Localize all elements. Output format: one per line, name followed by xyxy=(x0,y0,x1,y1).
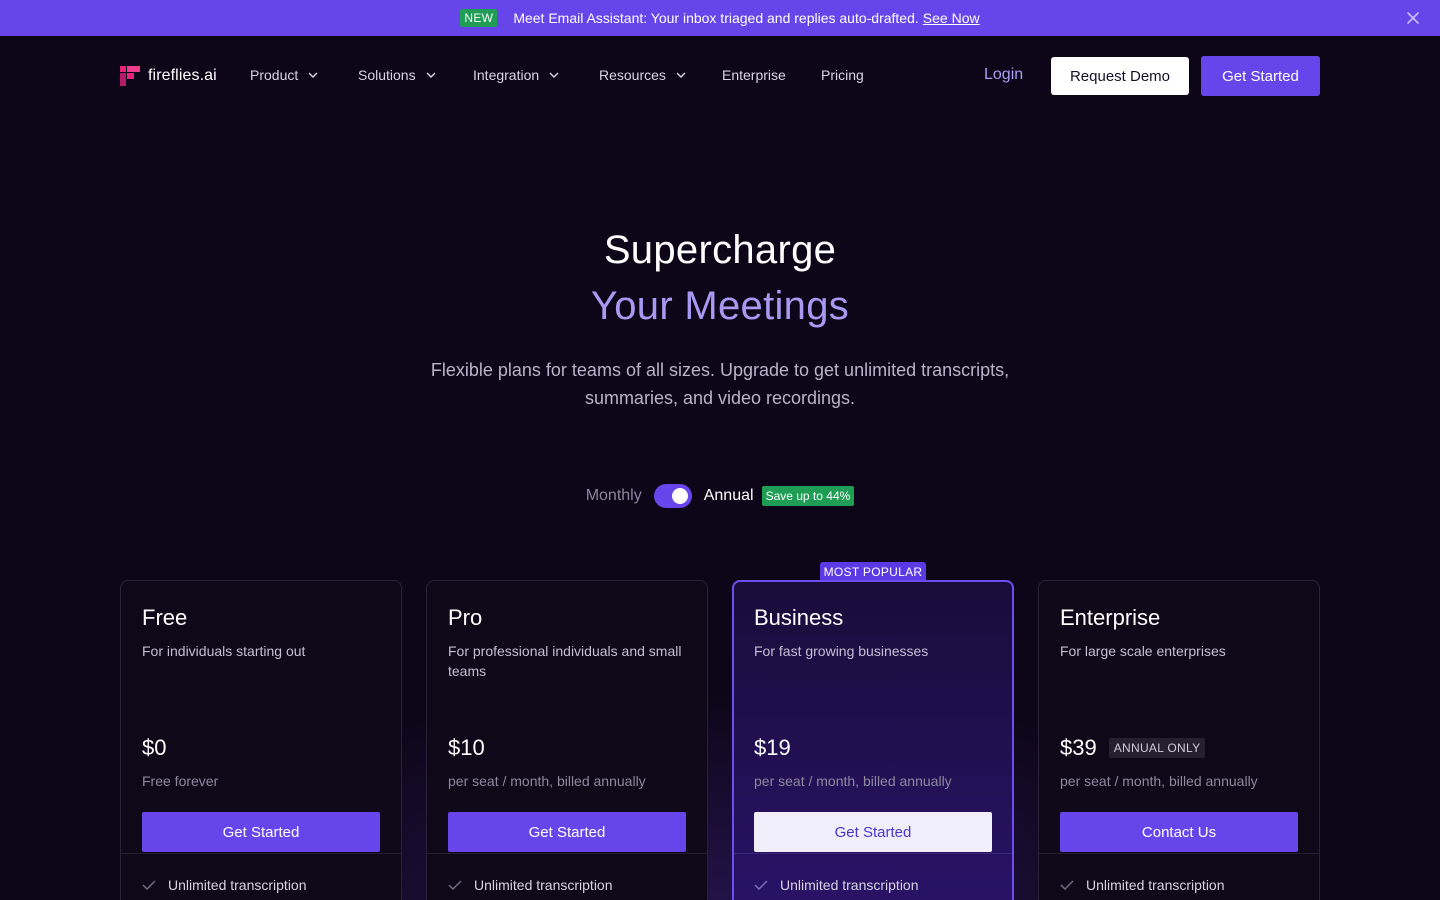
divider xyxy=(734,853,1012,854)
divider xyxy=(1039,853,1319,854)
plan-billing-note: per seat / month, billed annually xyxy=(448,773,646,789)
nav-enterprise-label: Enterprise xyxy=(722,67,786,83)
new-badge: NEW xyxy=(460,9,498,27)
annual-label[interactable]: Annual xyxy=(704,487,754,505)
hero-title: Supercharge xyxy=(603,228,837,272)
close-icon[interactable] xyxy=(1404,9,1422,27)
plan-card-pro: Pro For professional individuals and sma… xyxy=(426,580,708,900)
nav-product[interactable]: Product xyxy=(250,67,318,83)
plan-name: Pro xyxy=(448,605,483,630)
plan-feature: Unlimited transcription xyxy=(754,877,919,893)
plan-description: For large scale enterprises xyxy=(1060,643,1226,659)
top-nav: fireflies.ai Product Solutions Integrati… xyxy=(0,36,1440,116)
plan-price-value: $39 xyxy=(1060,735,1097,760)
plan-name: Enterprise xyxy=(1060,605,1161,630)
plan-feature: Unlimited transcription xyxy=(448,877,613,893)
nav-pricing-label: Pricing xyxy=(821,67,864,83)
plan-get-started-button[interactable]: Get Started xyxy=(448,812,686,852)
plan-billing-note: per seat / month, billed annually xyxy=(754,773,952,789)
get-started-button[interactable]: Get Started xyxy=(1201,56,1320,96)
plan-feature-label: Unlimited transcription xyxy=(474,877,613,893)
check-icon xyxy=(142,880,156,890)
plan-feature: Unlimited transcription xyxy=(142,877,307,893)
check-icon xyxy=(1060,880,1074,890)
check-icon xyxy=(754,880,768,890)
fireflies-logo-icon xyxy=(120,66,140,86)
nav-solutions-label: Solutions xyxy=(358,67,416,83)
plan-billing-note: Free forever xyxy=(142,773,219,789)
nav-product-label: Product xyxy=(250,67,299,83)
plan-get-started-button[interactable]: Get Started xyxy=(754,812,992,852)
plan-name: Free xyxy=(142,605,188,630)
nav-solutions[interactable]: Solutions xyxy=(358,67,436,83)
divider xyxy=(121,853,401,854)
chevron-down-icon xyxy=(676,72,686,78)
chevron-down-icon xyxy=(426,72,436,78)
announcement-text: Meet Email Assistant: Your inbox triaged… xyxy=(513,10,919,26)
check-icon xyxy=(448,880,462,890)
divider xyxy=(427,853,707,854)
plan-feature: Unlimited transcription xyxy=(1060,877,1225,893)
plan-name: Business xyxy=(754,605,844,630)
login-link[interactable]: Login xyxy=(984,66,1023,84)
plan-price: $0 xyxy=(142,735,166,761)
nav-integration-label: Integration xyxy=(473,67,540,83)
plan-card-business: Business For fast growing businesses $19… xyxy=(732,580,1014,900)
plan-billing-note: per seat / month, billed annually xyxy=(1060,773,1258,789)
chevron-down-icon xyxy=(308,72,318,78)
plan-description: For fast growing businesses xyxy=(754,643,929,659)
plan-feature-label: Unlimited transcription xyxy=(780,877,919,893)
nav-enterprise[interactable]: Enterprise xyxy=(722,67,786,83)
plan-get-started-button[interactable]: Get Started xyxy=(142,812,380,852)
plan-price: $19 xyxy=(754,735,791,761)
plan-price-value: $0 xyxy=(142,735,167,760)
nav-integration[interactable]: Integration xyxy=(473,67,559,83)
plan-card-enterprise: Enterprise For large scale enterprises $… xyxy=(1038,580,1320,900)
plan-card-free: Free For individuals starting out $0 Fre… xyxy=(120,580,402,900)
request-demo-button[interactable]: Request Demo xyxy=(1051,57,1189,95)
most-popular-tag: MOST POPULAR xyxy=(820,562,926,582)
plan-price-value: $10 xyxy=(448,735,485,760)
announcement-bar: NEW Meet Email Assistant: Your inbox tri… xyxy=(0,0,1440,36)
hero-title-highlight: Your Meetings xyxy=(590,284,850,328)
plan-price-value: $19 xyxy=(754,735,791,760)
save-badge: Save up to 44% xyxy=(761,486,855,506)
plan-description: For professional individuals and small t… xyxy=(448,643,682,679)
toggle-knob xyxy=(671,488,688,504)
nav-resources-label: Resources xyxy=(599,67,666,83)
logo-text: fireflies.ai xyxy=(148,67,217,84)
billing-toggle-row: Monthly Annual Save up to 44% xyxy=(0,482,1440,510)
annual-only-badge: ANNUAL ONLY xyxy=(1108,738,1206,758)
monthly-label[interactable]: Monthly xyxy=(586,487,642,505)
plan-feature-label: Unlimited transcription xyxy=(168,877,307,893)
billing-toggle[interactable] xyxy=(653,484,692,508)
plan-price: $39 ANNUAL ONLY xyxy=(1060,735,1206,761)
logo[interactable]: fireflies.ai xyxy=(120,66,217,86)
plan-price: $10 xyxy=(448,735,485,761)
hero-subtitle: Flexible plans for teams of all sizes. U… xyxy=(430,360,1010,408)
contact-us-button[interactable]: Contact Us xyxy=(1060,812,1298,852)
nav-resources[interactable]: Resources xyxy=(599,67,686,83)
plan-feature-label: Unlimited transcription xyxy=(1086,877,1225,893)
nav-pricing[interactable]: Pricing xyxy=(821,67,864,83)
plan-description: For individuals starting out xyxy=(142,643,306,659)
see-now-link[interactable]: See Now xyxy=(923,10,980,26)
chevron-down-icon xyxy=(549,72,559,78)
